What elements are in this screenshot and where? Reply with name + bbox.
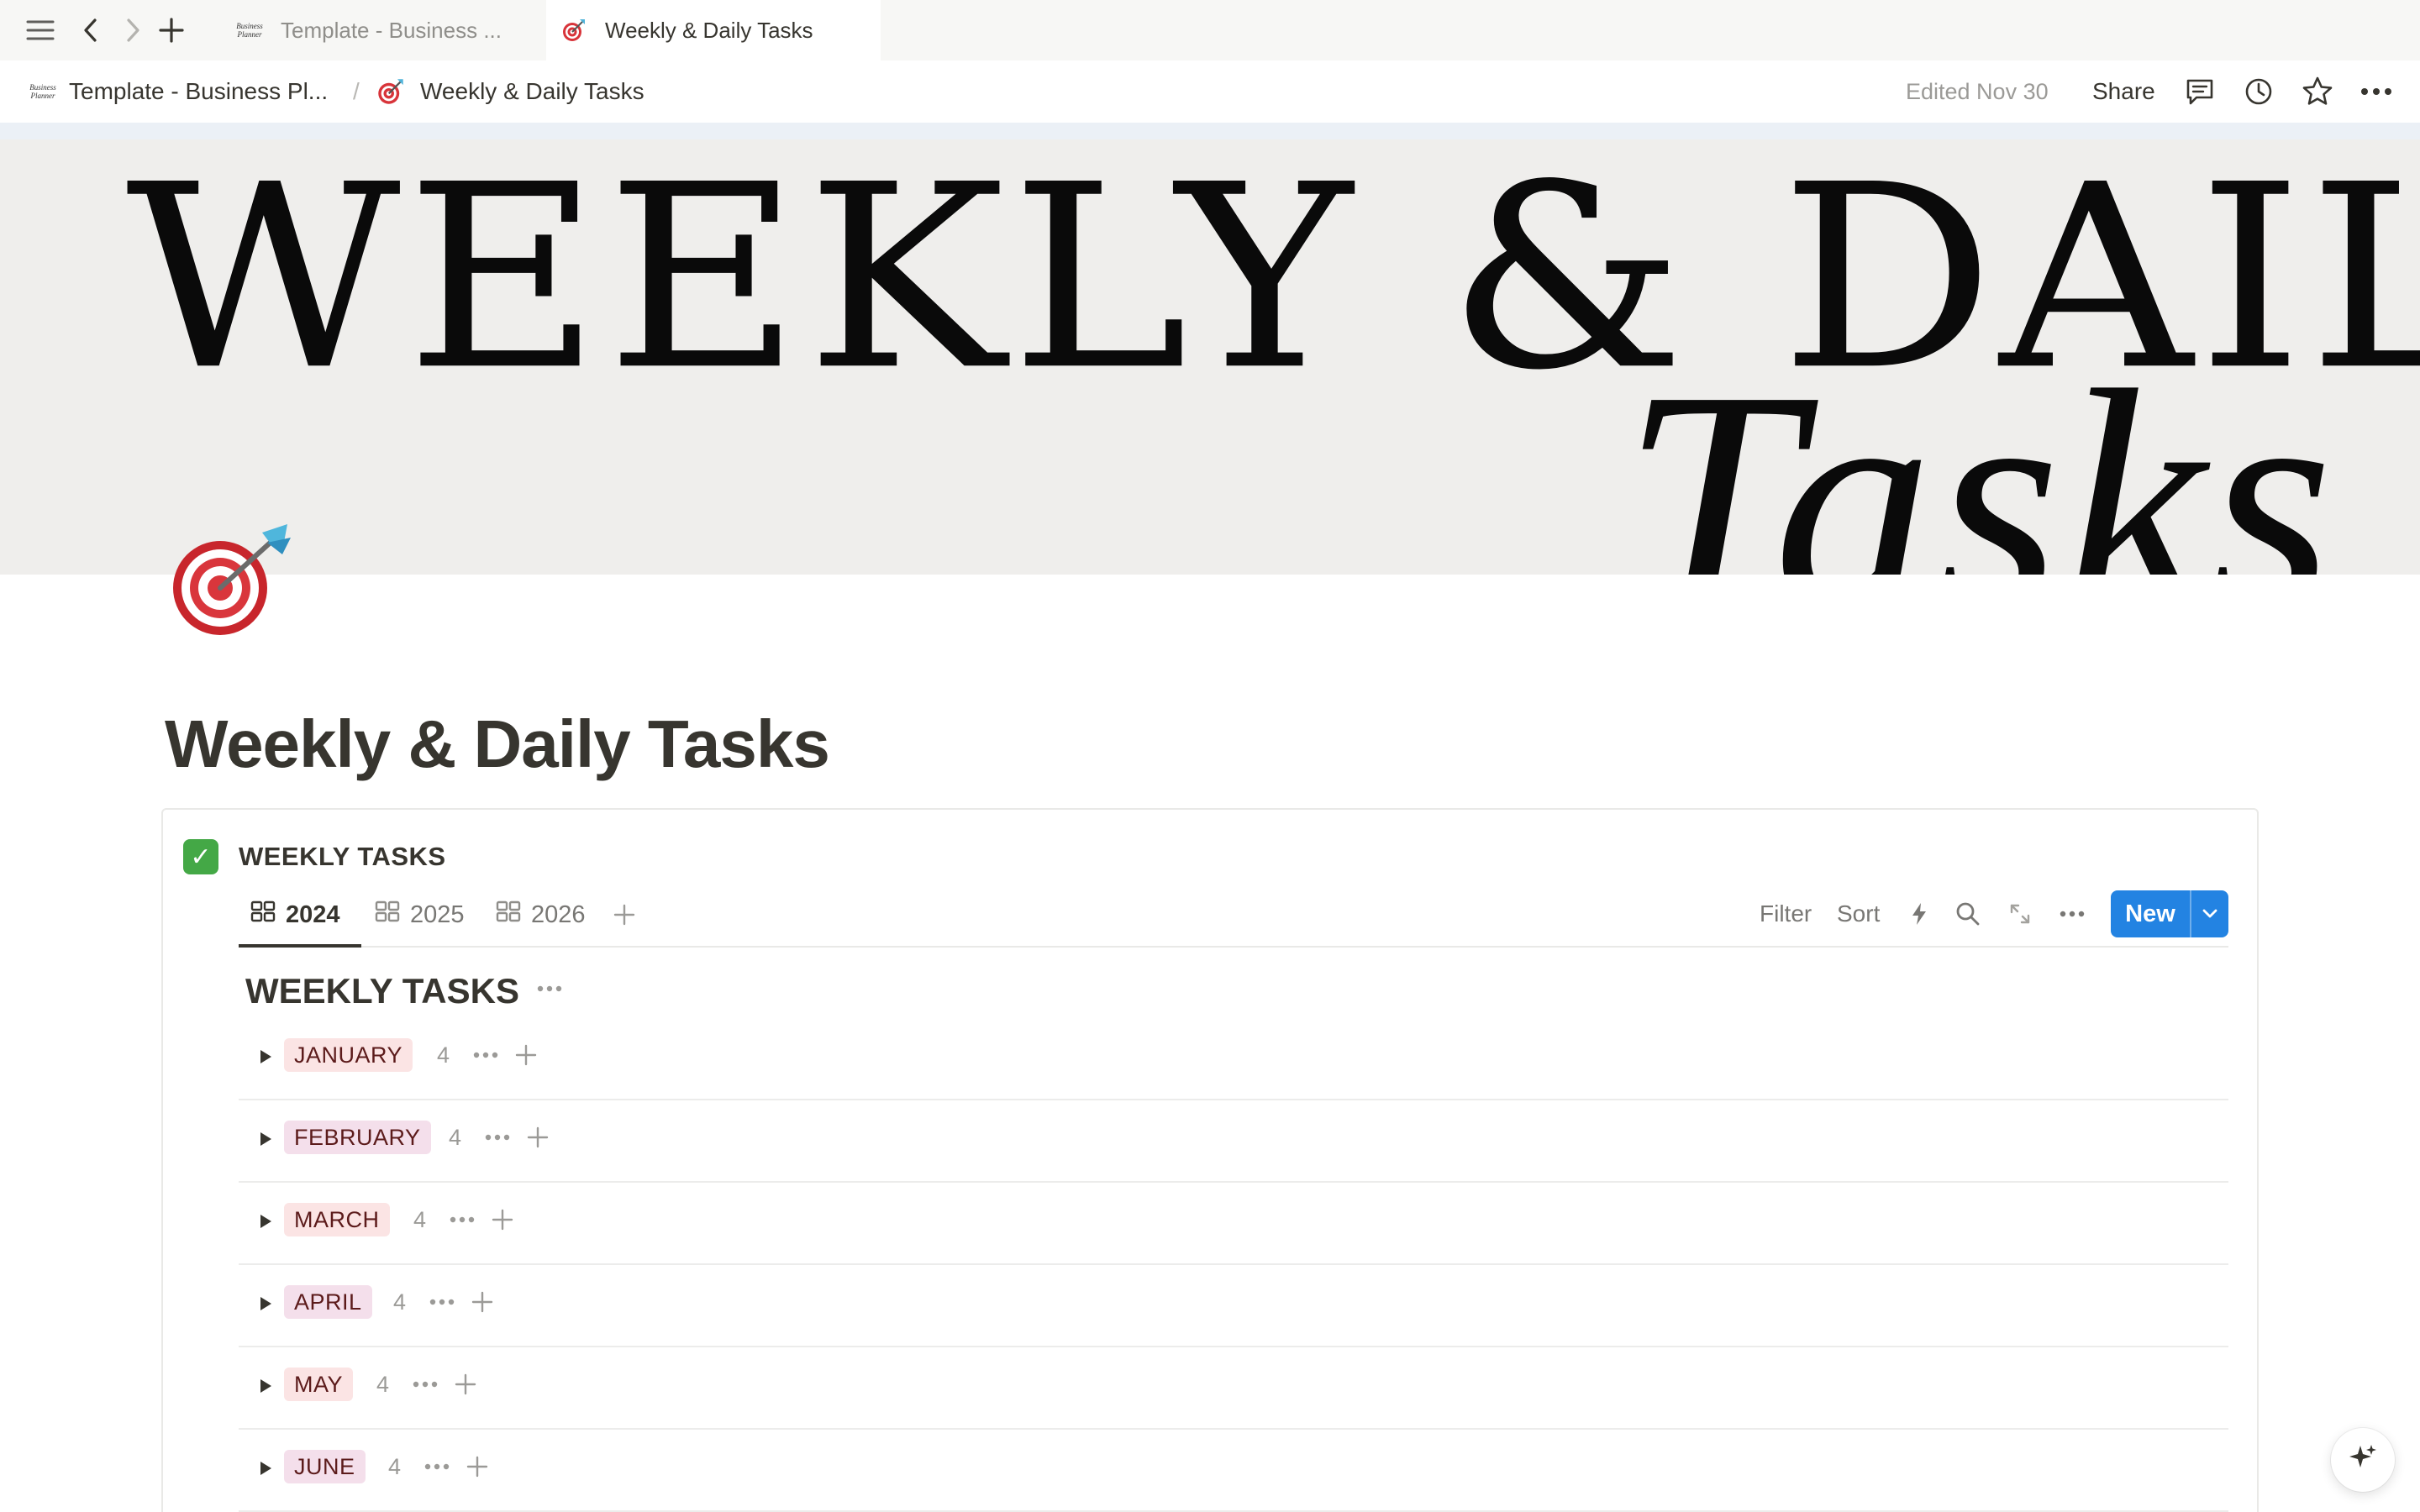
back-arrow-icon[interactable] (72, 12, 109, 49)
more-options-icon[interactable] (2358, 73, 2395, 110)
board-view-icon (496, 900, 521, 929)
history-clock-icon[interactable] (2240, 73, 2277, 110)
group-tag: MAY (284, 1368, 354, 1401)
business-planner-logo: Business Planner (29, 83, 56, 100)
add-plus-icon[interactable] (462, 1452, 492, 1482)
database-title: WEEKLY TASKS (239, 842, 446, 871)
more-options-icon[interactable] (2054, 895, 2091, 932)
page-topbar: Business Planner Template - Business Pl..… (0, 60, 2420, 123)
favorite-star-icon[interactable] (2299, 73, 2336, 110)
more-options-icon[interactable] (533, 976, 566, 1001)
group-row-june[interactable]: JUNE 4 (239, 1430, 2228, 1512)
view-tab-2024[interactable]: 2024 (250, 882, 340, 948)
group-row-may[interactable]: MAY 4 (239, 1347, 2228, 1430)
tab-label: Template - Business ... (281, 17, 502, 43)
breadcrumb-parent[interactable]: Business Planner Template - Business Pl..… (29, 60, 329, 123)
group-row-march[interactable]: MARCH 4 (239, 1183, 2228, 1265)
breadcrumb-parent-label: Template - Business Pl... (69, 78, 329, 104)
toggle-triangle-icon[interactable] (250, 1289, 281, 1319)
business-planner-logo: Business Planner (236, 22, 263, 39)
dart-target-icon[interactable] (165, 521, 299, 638)
more-options-icon[interactable] (425, 1289, 459, 1315)
edited-timestamp: Edited Nov 30 (1906, 78, 2049, 104)
more-options-icon[interactable] (469, 1042, 502, 1068)
toggle-triangle-icon[interactable] (250, 1371, 281, 1401)
view-tab-2025[interactable]: 2025 (375, 882, 465, 948)
page-cover[interactable]: WEEKLY & DAILY Tasks (0, 139, 2420, 575)
dart-target-icon (561, 18, 587, 43)
tab-template-business[interactable]: Business Planner Template - Business ... (222, 0, 544, 60)
group-count: 4 (449, 1124, 462, 1150)
ai-sparkle-button[interactable] (2331, 1428, 2395, 1492)
board-title[interactable]: WEEKLY TASKS (245, 968, 519, 1015)
tab-label: Weekly & Daily Tasks (605, 17, 813, 43)
views-divider (239, 946, 2228, 948)
group-row-february[interactable]: FEBRUARY 4 (239, 1100, 2228, 1183)
filter-button[interactable]: Filter (1760, 895, 1812, 932)
forward-arrow-icon[interactable] (114, 12, 151, 49)
tab-weekly-daily-tasks[interactable]: Weekly & Daily Tasks (546, 0, 881, 60)
active-view-underline (239, 944, 361, 948)
group-tag: MARCH (284, 1203, 390, 1236)
automation-lightning-icon[interactable] (1901, 895, 1938, 932)
database-header[interactable]: ✓ WEEKLY TASKS (183, 838, 446, 875)
group-tag: JUNE (284, 1450, 366, 1483)
add-plus-icon[interactable] (450, 1369, 481, 1399)
add-plus-icon[interactable] (467, 1287, 497, 1317)
group-count: 4 (393, 1289, 407, 1315)
toggle-triangle-icon[interactable] (250, 1124, 281, 1154)
view-tab-2026[interactable]: 2026 (496, 882, 586, 948)
view-tab-label: 2025 (410, 900, 465, 928)
view-tab-label: 2026 (531, 900, 586, 928)
group-tag: JANUARY (284, 1038, 413, 1072)
board-view-icon (250, 900, 276, 929)
add-plus-icon[interactable] (487, 1205, 518, 1235)
share-button[interactable]: Share (2092, 60, 2155, 123)
board-view-icon (375, 900, 400, 929)
sort-button[interactable]: Sort (1837, 895, 1880, 932)
sidebar-menu-icon[interactable] (22, 12, 59, 49)
breadcrumb-separator: / (353, 78, 360, 104)
toggle-triangle-icon[interactable] (250, 1206, 281, 1236)
check-mark-icon: ✓ (183, 839, 218, 874)
new-button-label[interactable]: New (2111, 890, 2190, 937)
breadcrumb-current-label: Weekly & Daily Tasks (420, 78, 644, 104)
new-button[interactable]: New (2111, 890, 2228, 937)
group-count: 4 (388, 1453, 402, 1479)
more-options-icon[interactable] (408, 1372, 442, 1397)
view-tab-label: 2024 (286, 900, 340, 928)
more-options-icon[interactable] (420, 1454, 454, 1479)
toggle-triangle-icon[interactable] (250, 1042, 281, 1072)
more-options-icon[interactable] (481, 1125, 514, 1150)
browser-tab-bar: Business Planner Template - Business ... … (0, 0, 2420, 60)
page-title[interactable]: Weekly & Daily Tasks (165, 706, 830, 783)
toggle-triangle-icon[interactable] (250, 1453, 281, 1483)
add-plus-icon[interactable] (523, 1122, 553, 1152)
expand-arrows-icon[interactable] (2002, 895, 2039, 932)
cover-heading-line2: Tasks (1622, 325, 2337, 575)
group-count: 4 (413, 1206, 427, 1232)
group-row-april[interactable]: APRIL 4 (239, 1265, 2228, 1347)
group-count: 4 (376, 1371, 390, 1397)
comments-icon[interactable] (2181, 73, 2218, 110)
group-tag: FEBRUARY (284, 1121, 431, 1154)
new-tab-plus-icon[interactable] (153, 12, 190, 49)
more-options-icon[interactable] (445, 1207, 479, 1232)
add-plus-icon[interactable] (511, 1040, 541, 1070)
dart-target-icon (376, 77, 405, 106)
sparkle-icon (2347, 1442, 2379, 1478)
group-count: 4 (437, 1042, 450, 1068)
group-tag: APRIL (284, 1285, 372, 1319)
breadcrumb-current[interactable]: Weekly & Daily Tasks (376, 60, 644, 123)
cover-top-strip (0, 123, 2420, 139)
add-view-plus-icon[interactable] (613, 882, 635, 948)
search-icon[interactable] (1949, 895, 1986, 932)
chevron-down-icon[interactable] (2190, 890, 2228, 937)
group-row-january[interactable]: JANUARY 4 (239, 1018, 2228, 1100)
